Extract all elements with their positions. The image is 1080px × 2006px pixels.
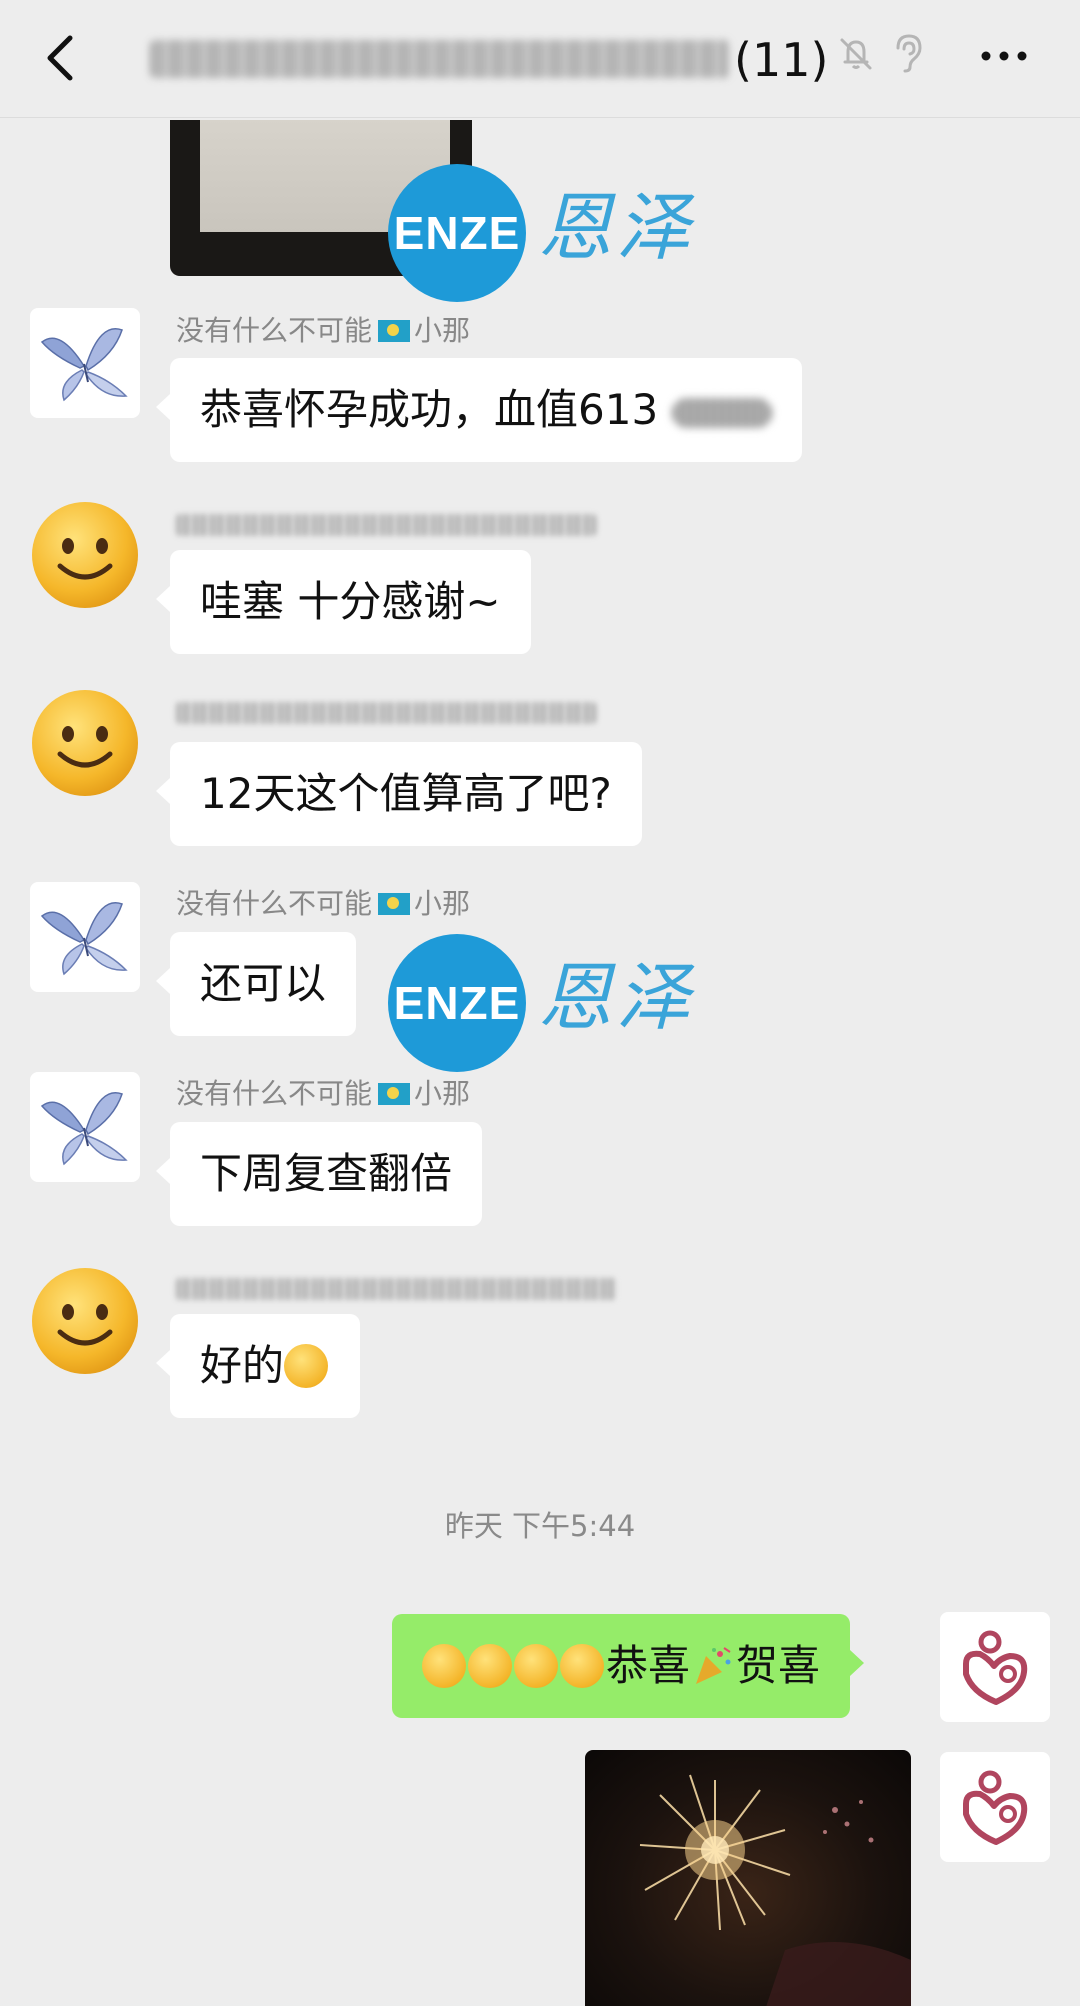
sender-name-redacted bbox=[176, 702, 596, 724]
butterfly-icon bbox=[40, 902, 128, 976]
message-text: 哇塞 十分感谢~ bbox=[200, 577, 501, 626]
more-options-button[interactable] bbox=[978, 36, 1030, 76]
sender-name-redacted bbox=[176, 1278, 616, 1300]
mute-bell-icon bbox=[836, 34, 876, 74]
sender-suffix: 小那 bbox=[414, 887, 471, 920]
ear-icon bbox=[890, 32, 926, 74]
avatar[interactable] bbox=[30, 882, 140, 992]
message-text: 下周复查翻倍 bbox=[200, 1149, 453, 1198]
chat-messages[interactable]: ENZE 恩泽 没有什么不可能 小那 恭喜怀孕成功，血值613 哇塞 十分感谢~… bbox=[0, 118, 1080, 2006]
avatar[interactable] bbox=[30, 308, 140, 418]
flag-icon bbox=[378, 320, 411, 342]
sender-nickname: 没有什么不可能 bbox=[176, 887, 373, 920]
fireworks-burst-icon bbox=[639, 1774, 911, 2006]
smiley-face-icon bbox=[32, 690, 138, 796]
message-text-part2: 贺喜 bbox=[736, 1641, 821, 1690]
hugging-face-emoji-icon bbox=[514, 1644, 558, 1688]
sender-name: 没有什么不可能 小那 bbox=[176, 1076, 470, 1112]
watermark-logo: ENZE 恩泽 bbox=[388, 164, 708, 304]
chat-header: (11) bbox=[0, 0, 1080, 118]
watermark-logo: ENZE 恩泽 bbox=[388, 934, 708, 1074]
message-text: 还可以 bbox=[200, 959, 327, 1008]
message-bubble[interactable]: 好的 bbox=[155, 1314, 361, 1418]
sender-suffix: 小那 bbox=[414, 1077, 471, 1110]
timestamp: 昨天 下午5:44 bbox=[444, 1509, 636, 1543]
avatar[interactable] bbox=[30, 688, 140, 798]
message-text: 好的 bbox=[200, 1341, 285, 1390]
flag-icon bbox=[378, 893, 411, 915]
flag-icon bbox=[378, 1083, 411, 1105]
sender-suffix: 小那 bbox=[414, 314, 471, 347]
chevron-left-icon bbox=[47, 35, 73, 81]
sender-name-redacted bbox=[176, 514, 596, 536]
avatar[interactable] bbox=[30, 1072, 140, 1182]
butterfly-icon bbox=[40, 328, 128, 402]
butterfly-icon bbox=[40, 1092, 128, 1166]
message-bubble[interactable]: 还可以 bbox=[155, 932, 357, 1036]
thinking-face-emoji-icon bbox=[284, 1344, 329, 1388]
outgoing-message-bubble[interactable]: 恭喜 贺喜 bbox=[392, 1614, 865, 1718]
my-avatar[interactable] bbox=[940, 1752, 1050, 1862]
avatar[interactable] bbox=[30, 500, 140, 610]
watermark-circle: ENZE bbox=[388, 164, 526, 302]
avatar[interactable] bbox=[30, 1266, 140, 1376]
message-bubble[interactable]: 12天这个值算高了吧? bbox=[156, 742, 642, 846]
message-text: 恭喜怀孕成功，血值613 bbox=[200, 385, 659, 434]
message-text-part1: 恭喜 bbox=[606, 1641, 691, 1690]
hugging-face-emoji-icon bbox=[422, 1644, 466, 1688]
member-count: (11) bbox=[734, 33, 829, 87]
sender-name: 没有什么不可能 小那 bbox=[176, 313, 470, 349]
message-bubble[interactable]: 哇塞 十分感谢~ bbox=[156, 550, 531, 654]
back-button[interactable] bbox=[38, 28, 88, 88]
sender-name: 没有什么不可能 小那 bbox=[176, 886, 470, 922]
watermark-circle: ENZE bbox=[388, 934, 526, 1072]
party-popper-emoji-icon bbox=[690, 1644, 734, 1688]
hugging-face-emoji-icon bbox=[560, 1644, 604, 1688]
sender-nickname: 没有什么不可能 bbox=[176, 314, 373, 347]
chat-title-redacted bbox=[150, 40, 730, 78]
message-text: 12天这个值算高了吧? bbox=[200, 769, 612, 818]
sender-nickname: 没有什么不可能 bbox=[176, 1077, 373, 1110]
redacted-text bbox=[672, 398, 773, 428]
mother-child-logo-icon bbox=[963, 1770, 1028, 1845]
mother-child-logo-icon bbox=[963, 1630, 1028, 1705]
hugging-face-emoji-icon bbox=[468, 1644, 512, 1688]
watermark-cn: 恩泽 bbox=[538, 955, 694, 1041]
smiley-face-icon bbox=[32, 1268, 138, 1374]
more-dots-icon bbox=[981, 51, 1027, 61]
message-bubble[interactable]: 下周复查翻倍 bbox=[155, 1122, 483, 1226]
my-avatar[interactable] bbox=[940, 1612, 1050, 1722]
watermark-cn: 恩泽 bbox=[538, 185, 694, 271]
smiley-face-icon bbox=[32, 502, 138, 608]
fireworks-image[interactable] bbox=[585, 1750, 911, 2006]
message-bubble[interactable]: 恭喜怀孕成功，血值613 bbox=[155, 358, 803, 462]
